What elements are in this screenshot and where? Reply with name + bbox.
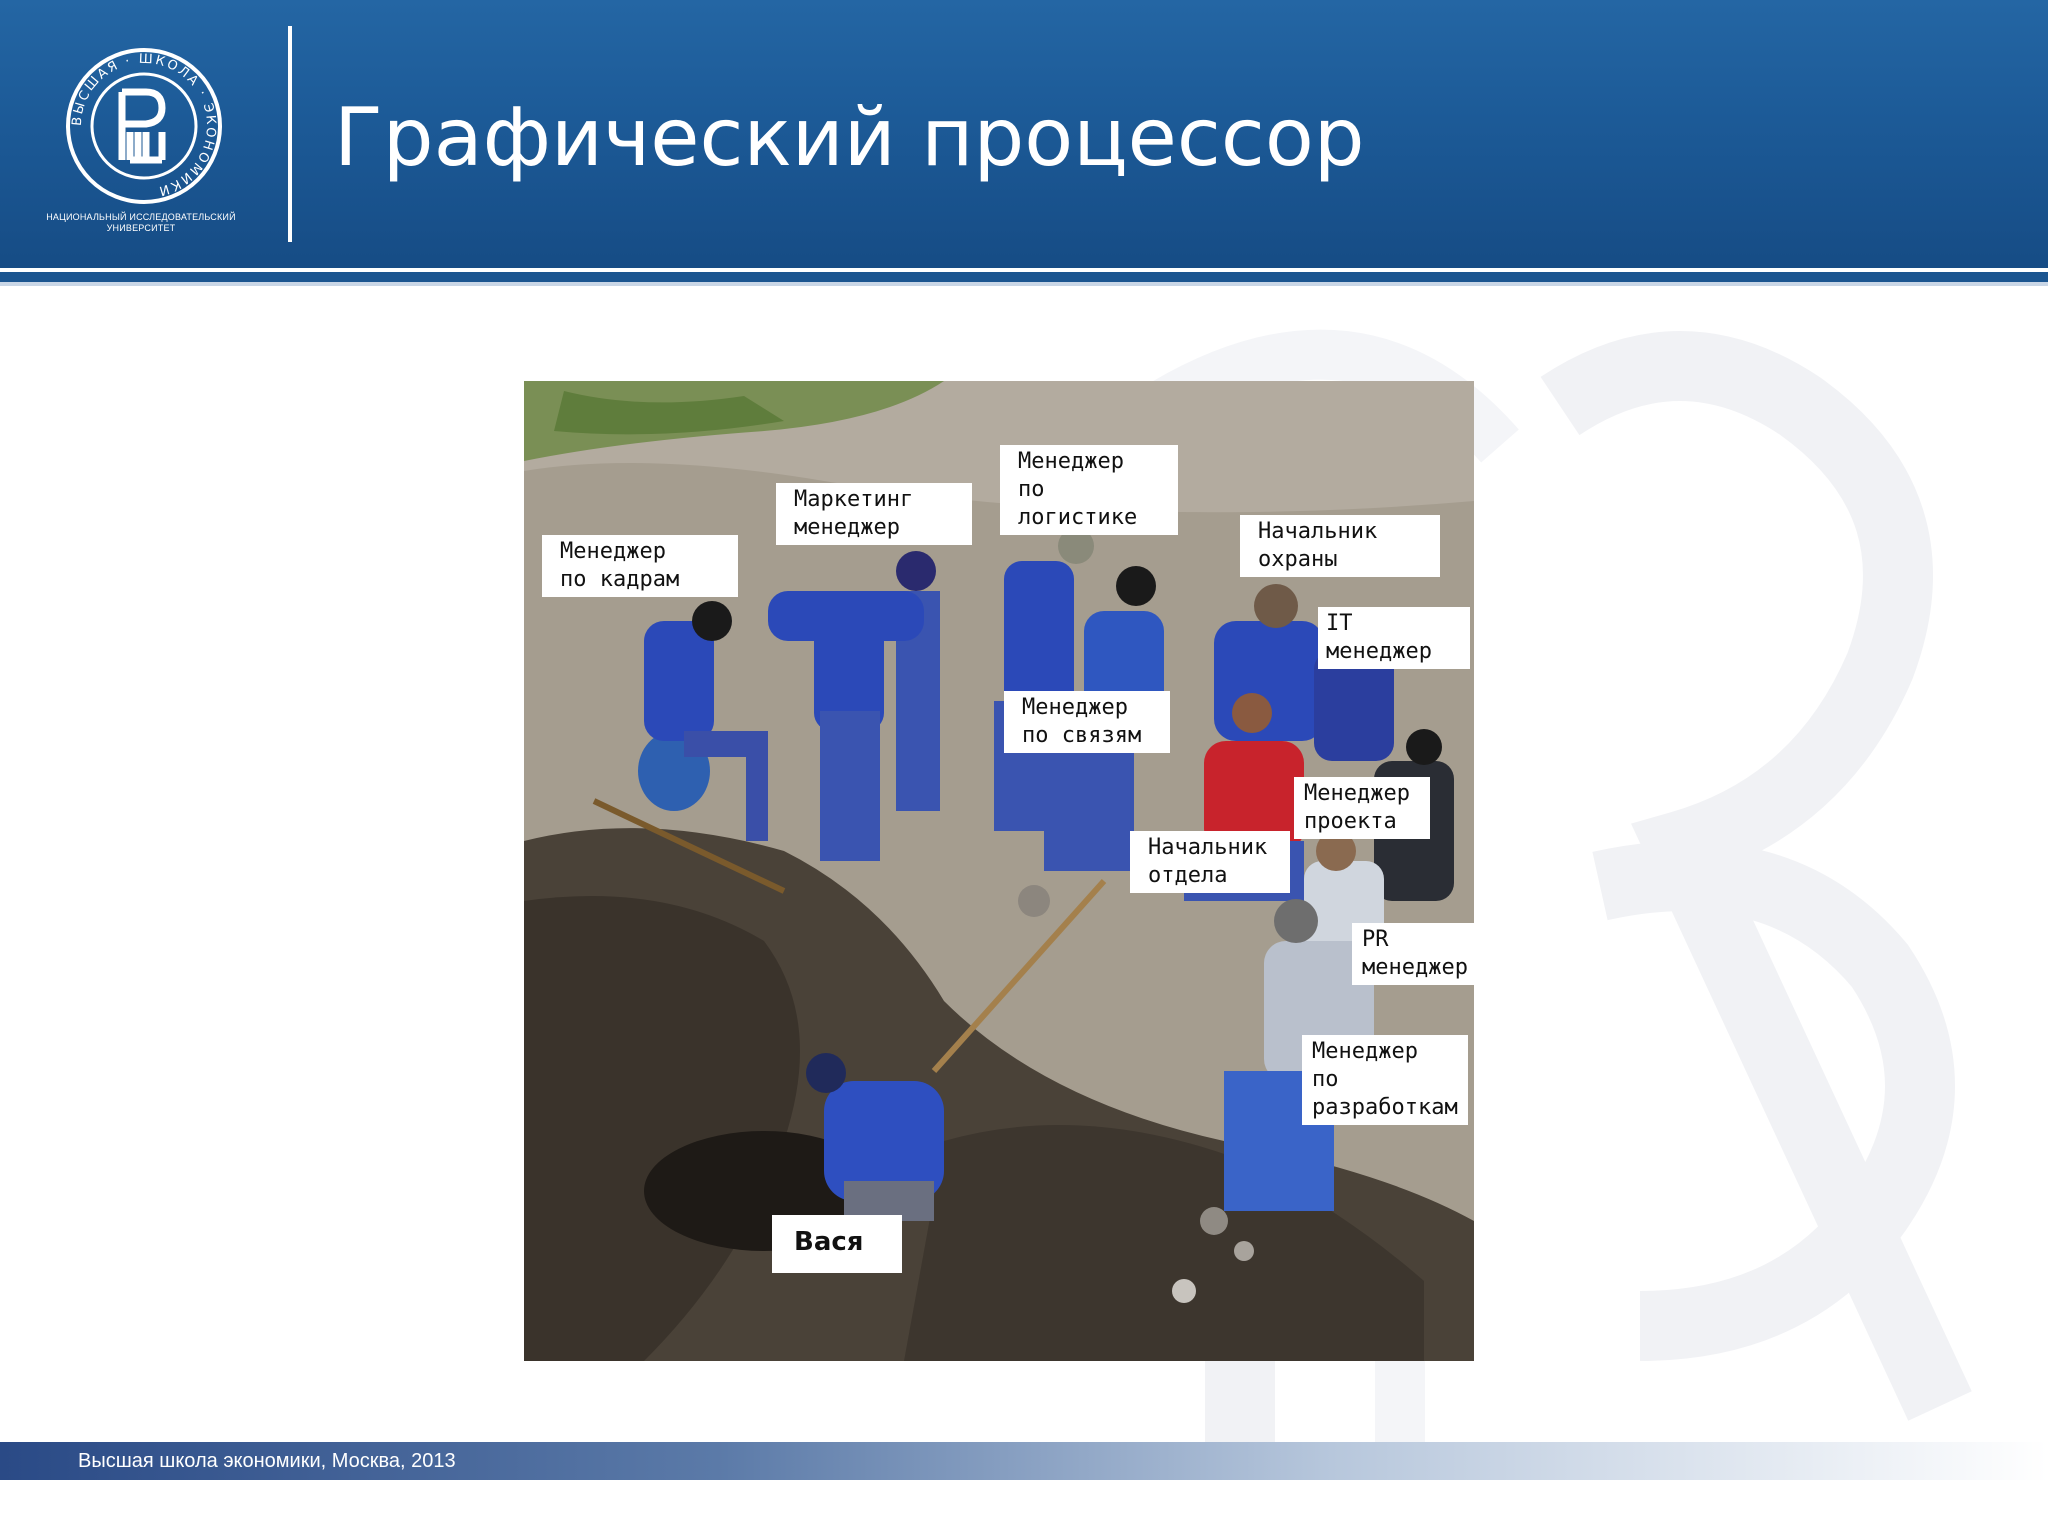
- logo-caption-line-1: НАЦИОНАЛЬНЫЙ ИССЛЕДОВАТЕЛЬСКИЙ: [46, 212, 236, 222]
- label-security-chief: Начальник охраны: [1240, 515, 1440, 577]
- logo-caption-line-2: УНИВЕРСИТЕТ: [106, 223, 176, 233]
- university-logo: ВЫСШАЯ · ШКОЛА · ЭКОНОМИКИ: [66, 48, 222, 204]
- label-marketing-manager: Маркетинг менеджер: [776, 483, 972, 545]
- slide-header: ВЫСШАЯ · ШКОЛА · ЭКОНОМИКИ НАЦИОНАЛЬНЫЙ …: [0, 0, 2048, 268]
- label-pr-manager: PR менеджер: [1352, 923, 1474, 985]
- label-it-manager: IT менеджер: [1318, 607, 1470, 669]
- label-hr-manager: Менеджер по кадрам: [542, 535, 738, 597]
- workers-photo: Менеджер по кадрам Маркетинг менеджер Ме…: [524, 381, 1474, 1361]
- header-divider: [288, 26, 292, 242]
- label-department-head: Начальник отдела: [1130, 831, 1290, 893]
- slide-title: Графический процессор: [334, 91, 1365, 184]
- logo-caption: НАЦИОНАЛЬНЫЙ ИССЛЕДОВАТЕЛЬСКИЙ УНИВЕРСИТ…: [30, 212, 252, 234]
- label-project-manager: Менеджер проекта: [1294, 777, 1430, 839]
- footer-text: Высшая школа экономики, Москва, 2013: [78, 1450, 456, 1472]
- label-relations-manager: Менеджер по связям: [1004, 691, 1170, 753]
- label-dev-manager: Менеджер по разработкам: [1302, 1035, 1468, 1125]
- header-rule: [0, 272, 2048, 282]
- label-vasya: Вася: [772, 1215, 902, 1273]
- label-logistics-manager: Менеджер по логистике: [1000, 445, 1178, 535]
